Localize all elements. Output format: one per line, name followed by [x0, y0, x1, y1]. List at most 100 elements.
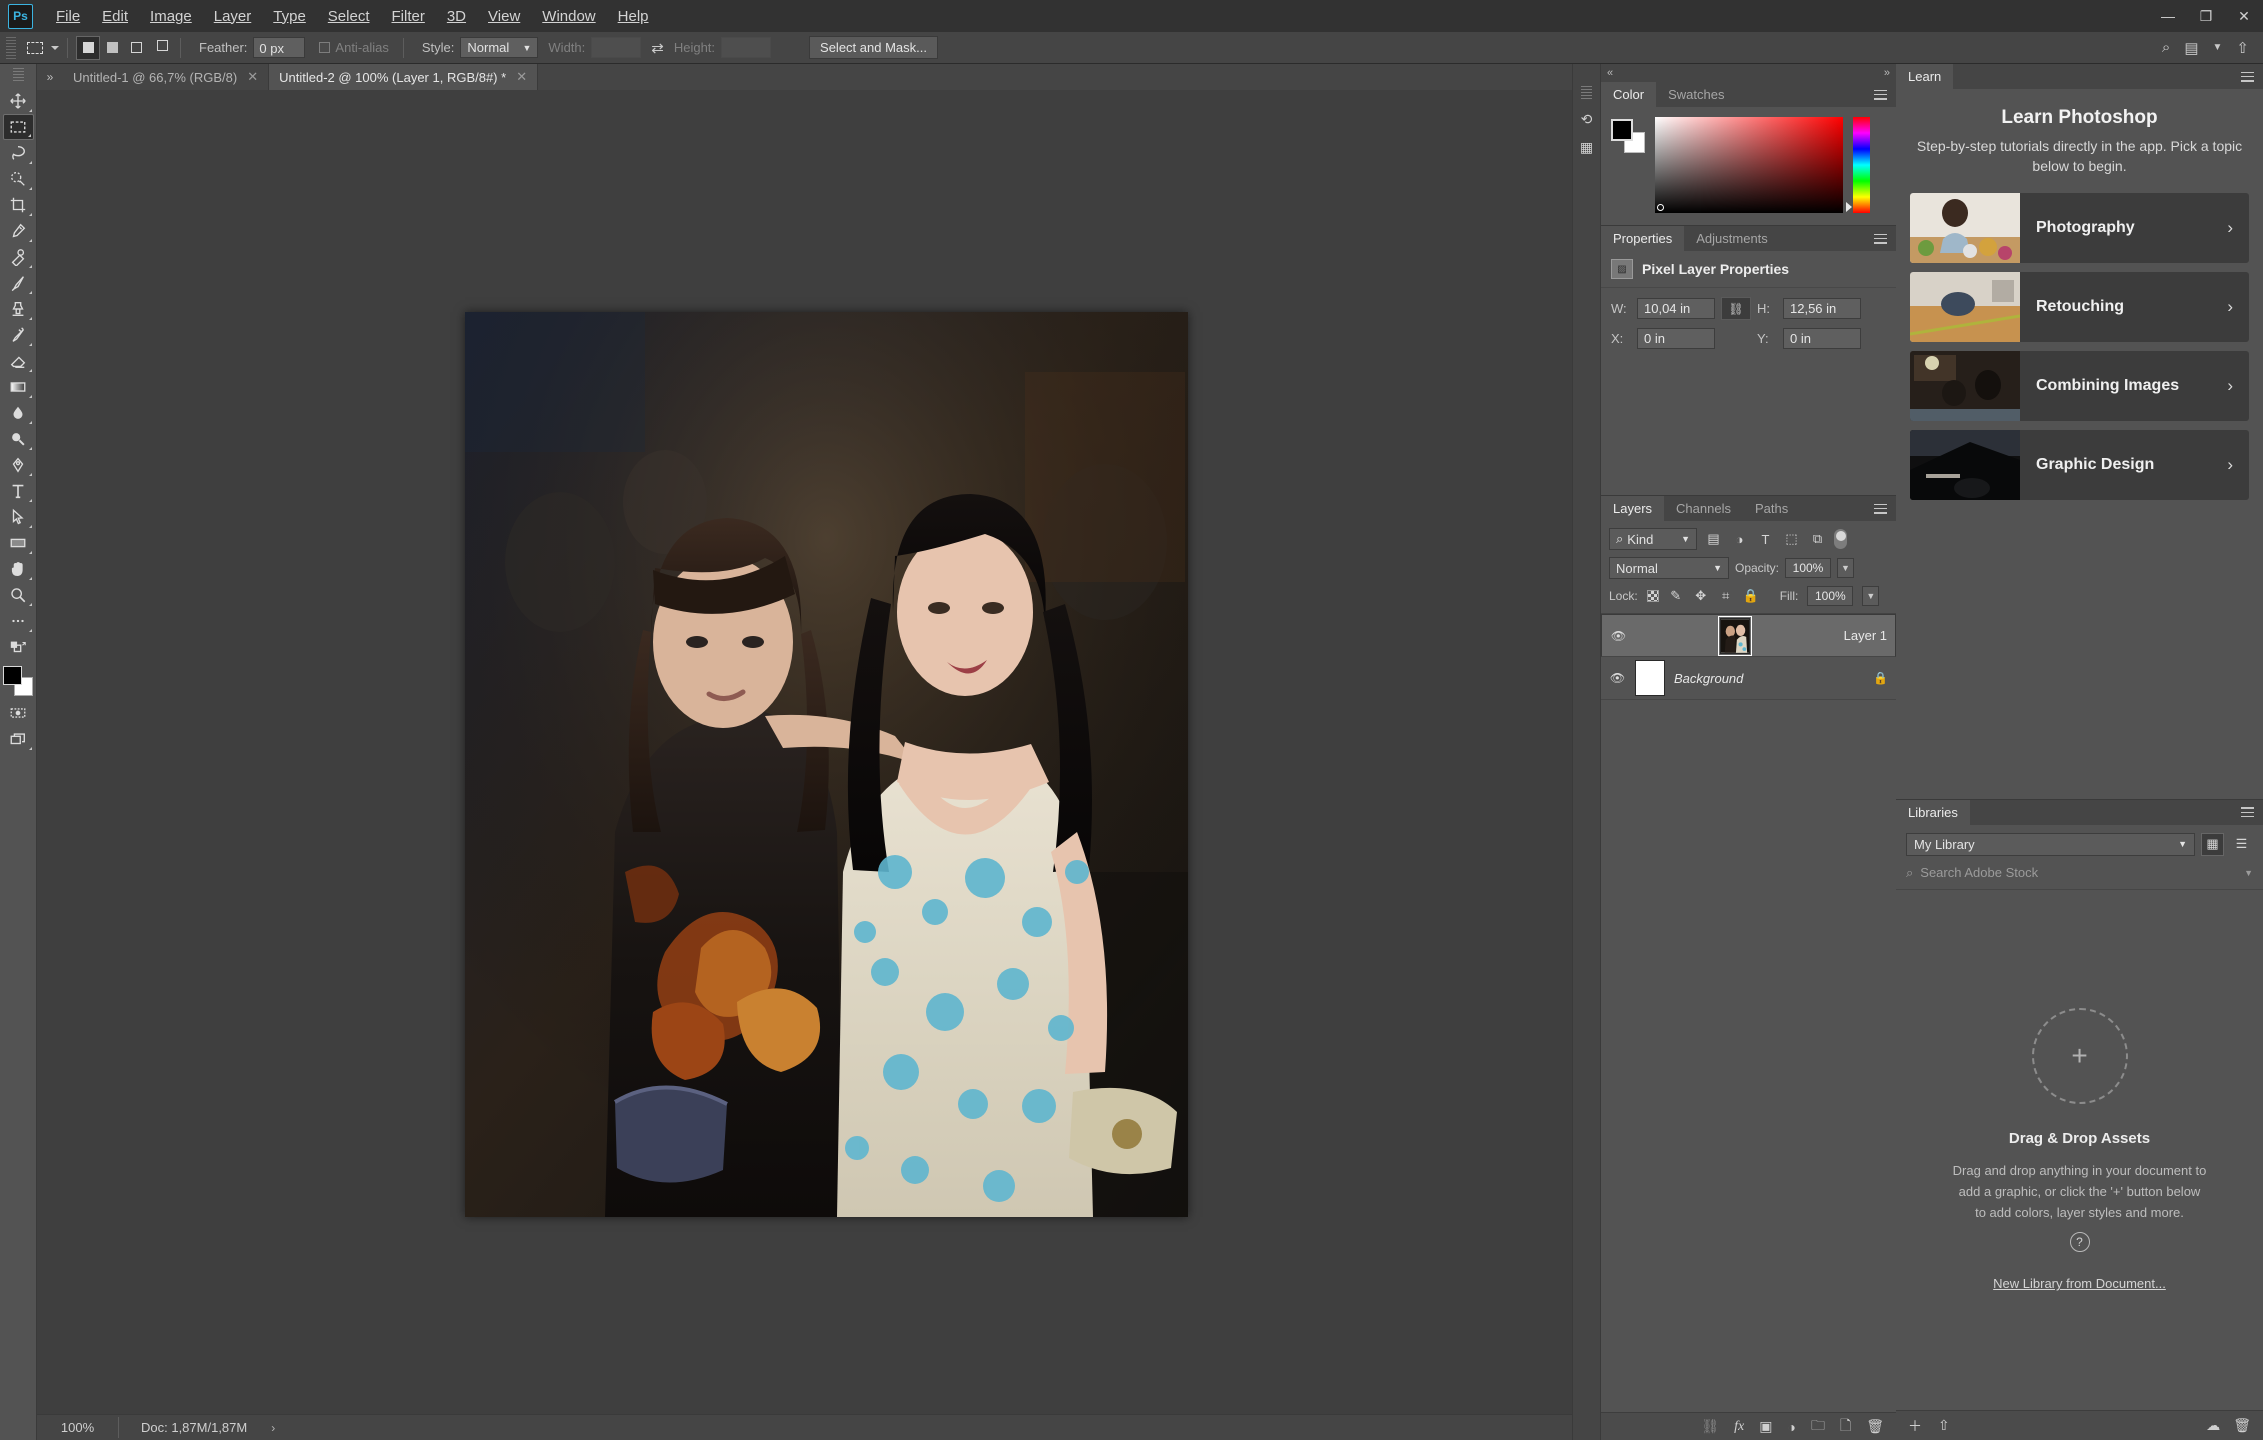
tab-swatches[interactable]: Swatches [1656, 82, 1736, 107]
new-layer-icon[interactable]: 🗋 [1840, 1415, 1851, 1439]
link-layers-icon[interactable]: ⛓ [1701, 1418, 1719, 1435]
opacity-stepper[interactable]: ▼ [1837, 558, 1855, 578]
fill-value[interactable]: 100% [1807, 586, 1854, 606]
close-icon[interactable]: ✕ [516, 69, 527, 85]
hue-slider-handle[interactable] [1846, 202, 1852, 212]
history-brush-tool[interactable] [3, 322, 34, 348]
height-input[interactable]: 12,56 in [1783, 298, 1861, 319]
menu-image[interactable]: Image [139, 4, 203, 29]
delete-layer-icon[interactable]: 🗑 [1866, 1418, 1884, 1435]
width-input[interactable]: 10,04 in [1637, 298, 1715, 319]
panel-menu-icon[interactable] [1874, 82, 1896, 107]
select-and-mask-button[interactable]: Select and Mask... [809, 36, 938, 59]
menu-3d[interactable]: 3D [436, 4, 477, 29]
spot-healing-brush-tool[interactable] [3, 244, 34, 270]
zoom-level[interactable]: 100% [37, 1417, 119, 1438]
path-selection-tool[interactable] [3, 504, 34, 530]
pixel-filter-icon[interactable]: ▤ [1704, 530, 1723, 549]
foreground-background-color[interactable] [3, 666, 33, 696]
lock-position-icon[interactable]: ✥ [1693, 588, 1709, 604]
document-tab-untitled-1[interactable]: Untitled-1 @ 66,7% (RGB/8) ✕ [63, 64, 270, 90]
layer-row-layer-1[interactable]: 👁 Layer 1 [1601, 614, 1896, 657]
add-to-selection-button[interactable] [100, 36, 124, 60]
search-icon[interactable]: ⌕ [2162, 39, 2170, 56]
subtract-from-selection-button[interactable] [124, 36, 148, 60]
menu-filter[interactable]: Filter [381, 4, 436, 29]
filter-enable-toggle[interactable] [1834, 529, 1847, 549]
rectangle-tool[interactable] [3, 530, 34, 556]
delete-icon[interactable]: 🗑 [2233, 1417, 2251, 1434]
crop-tool[interactable] [3, 192, 34, 218]
add-content-icon[interactable]: ＋ [1908, 1416, 1922, 1436]
quick-selection-tool[interactable] [3, 166, 34, 192]
layer-visibility-icon[interactable]: 👁 [1609, 671, 1626, 685]
collapse-panels-icon[interactable]: « [1607, 67, 1613, 79]
screen-mode-button[interactable] [3, 726, 34, 752]
new-fill-adjustment-icon[interactable]: ◑ [1787, 1419, 1795, 1435]
filter-kind-select[interactable]: ⌕ Kind ▼ [1609, 528, 1697, 550]
library-dropzone[interactable]: + Drag & Drop Assets Drag and drop anyth… [1896, 890, 2263, 1410]
learn-card-combining-images[interactable]: Combining Images › [1910, 350, 2249, 421]
sync-icon[interactable]: ☁ [2206, 1417, 2220, 1434]
panel-menu-icon[interactable] [1874, 226, 1896, 251]
chevron-down-icon[interactable]: ▼ [2213, 42, 2223, 53]
canvas-viewport[interactable] [37, 90, 1572, 1414]
add-asset-icon[interactable]: + [2031, 1008, 2128, 1105]
tab-adjustments[interactable]: Adjustments [1684, 226, 1780, 251]
smart-object-filter-icon[interactable]: ⧉ [1808, 530, 1827, 549]
list-view-icon[interactable]: ☰ [2230, 833, 2253, 856]
height-input[interactable] [721, 37, 772, 58]
document-tab-untitled-2[interactable]: Untitled-2 @ 100% (Layer 1, RGB/8#) * ✕ [269, 64, 539, 90]
search-input[interactable]: Search Adobe Stock [1920, 865, 2237, 880]
share-icon[interactable]: ⇧ [2236, 39, 2249, 57]
panel-menu-icon[interactable] [2241, 64, 2263, 89]
type-filter-icon[interactable]: T [1756, 530, 1775, 549]
shape-filter-icon[interactable]: ⬚ [1782, 530, 1801, 549]
toolbox-grip[interactable] [12, 68, 24, 82]
restore-button[interactable]: ❐ [2187, 0, 2225, 32]
help-icon[interactable]: ? [2069, 1232, 2090, 1253]
foreground-color-swatch[interactable] [3, 666, 22, 685]
workspace-icon[interactable]: ▤ [2184, 39, 2198, 57]
learn-card-graphic-design[interactable]: Graphic Design › [1910, 429, 2249, 500]
adobe-stock-search[interactable]: ⌕ Search Adobe Stock ▼ [1896, 862, 2263, 890]
menu-window[interactable]: Window [531, 4, 606, 29]
tab-color[interactable]: Color [1601, 82, 1657, 107]
dodge-tool[interactable] [3, 426, 34, 452]
eraser-tool[interactable] [3, 348, 34, 374]
layer-thumbnail[interactable] [1718, 615, 1753, 656]
upload-icon[interactable]: ⇧ [1938, 1417, 1950, 1434]
tab-layers[interactable]: Layers [1601, 496, 1665, 521]
lock-artboard-nesting-icon[interactable]: ⌗ [1718, 588, 1734, 604]
eyedropper-tool[interactable] [3, 218, 34, 244]
history-icon[interactable]: ⟲ [1576, 108, 1598, 130]
color-picker-handle[interactable] [1657, 204, 1664, 211]
menu-type[interactable]: Type [262, 4, 317, 29]
learn-card-photography[interactable]: Photography › [1910, 192, 2249, 263]
rectangular-marquee-icon[interactable] [24, 37, 46, 59]
edit-toolbar-button[interactable] [3, 608, 34, 634]
gradient-tool[interactable] [3, 374, 34, 400]
minimize-button[interactable]: — [2149, 0, 2187, 32]
lasso-tool[interactable] [3, 140, 34, 166]
adjustment-filter-icon[interactable]: ◑ [1730, 530, 1749, 549]
actions-icon[interactable]: ▦ [1576, 136, 1598, 158]
new-selection-button[interactable] [76, 35, 100, 60]
tab-libraries[interactable]: Libraries [1896, 799, 1970, 825]
rectangular-marquee-tool[interactable] [2, 114, 34, 140]
layer-visibility-icon[interactable]: 👁 [1610, 629, 1627, 643]
layer-thumbnail[interactable] [1635, 660, 1665, 696]
lock-image-pixels-icon[interactable]: ✎ [1668, 588, 1684, 604]
zoom-tool[interactable] [3, 582, 34, 608]
opacity-value[interactable]: 100% [1785, 558, 1832, 578]
feather-input[interactable]: 0 px [253, 37, 306, 58]
status-expand-icon[interactable]: › [271, 1421, 275, 1435]
lock-all-icon[interactable]: 🔒 [1743, 588, 1759, 604]
close-icon[interactable]: ✕ [247, 69, 258, 85]
menu-file[interactable]: File [45, 4, 91, 29]
menu-select[interactable]: Select [317, 4, 381, 29]
foreground-color-swatch[interactable] [1611, 119, 1633, 141]
collapse-tabs-icon[interactable]: » [37, 64, 63, 90]
new-library-from-document-link[interactable]: New Library from Document... [1993, 1276, 2166, 1291]
panel-menu-icon[interactable] [1874, 496, 1896, 521]
